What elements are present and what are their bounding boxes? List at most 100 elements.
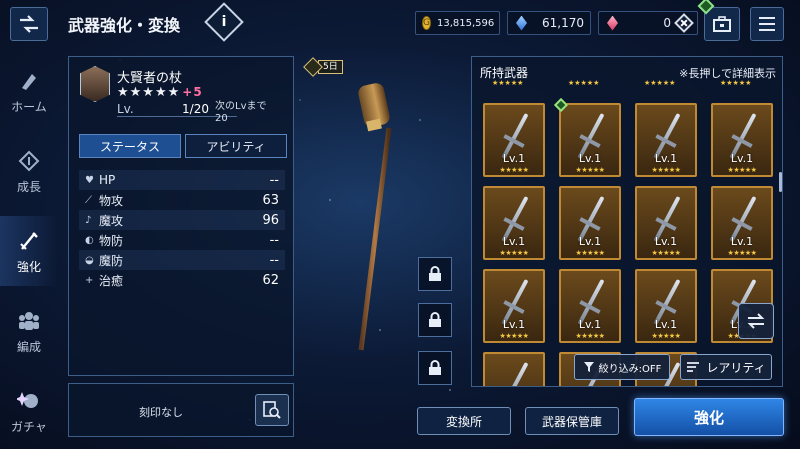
weapon-slot[interactable]: Lv.1★★★★★: [483, 269, 545, 343]
filter-label: 絞り込み:OFF: [598, 363, 662, 375]
weapon-slot[interactable]: Lv.1★★★★★: [635, 186, 697, 260]
limit-badge: 5日: [303, 57, 343, 77]
slot-level: Lv.1: [730, 152, 754, 165]
slot-level: Lv.1: [654, 318, 678, 331]
weapon-slot[interactable]: Lv.1★★★★★: [559, 186, 621, 260]
weapon-slot[interactable]: Lv.1★★★★★: [559, 269, 621, 343]
lock-button[interactable]: [418, 351, 452, 385]
home-icon: [16, 68, 42, 94]
row-stars-partial: ★★★★★: [492, 79, 524, 87]
growth-icon: [16, 148, 42, 174]
back-arrow-icon: [20, 15, 38, 33]
pink-gem-icon: [607, 15, 618, 31]
weapon-slot[interactable]: Lv.1★★★★★: [483, 103, 545, 177]
info-button[interactable]: i: [204, 2, 244, 42]
lock-icon: [429, 266, 441, 281]
engrave-panel: 刻印なし: [68, 383, 294, 437]
engrave-label: 刻印なし: [139, 406, 183, 419]
stat-row-hp: ♥ HP --: [79, 170, 285, 190]
nav-home-label: ホーム: [11, 100, 47, 114]
crystal-amount: 61,170: [542, 16, 584, 30]
menu-icon-line: [759, 17, 775, 19]
filter-button[interactable]: 絞り込み:OFF: [574, 354, 670, 380]
character-portrait: [80, 66, 110, 102]
slot-stars: ★★★★★: [727, 166, 757, 174]
shield-icon: ◐: [85, 234, 94, 246]
stat-label: 物攻: [99, 193, 124, 208]
nav-enhance-label: 強化: [16, 260, 41, 274]
slot-stars: ★★★★★: [499, 249, 529, 257]
stat-row-mag-def: ◒ 魔防 --: [79, 250, 285, 270]
nav-growth-label: 成長: [16, 180, 41, 194]
enhance-icon: [16, 228, 42, 254]
nav-growth[interactable]: 成長: [0, 136, 58, 206]
add-gem-icon[interactable]: [674, 13, 694, 33]
stat-value: --: [269, 252, 279, 268]
stat-row-phys-def: ◐ 物防 --: [79, 230, 285, 250]
weapon-slot[interactable]: Lv.1★★★★★: [635, 103, 697, 177]
slot-level: Lv.1: [654, 152, 678, 165]
weapon-slot[interactable]: Lv.1★★★★★: [711, 186, 773, 260]
enhance-button[interactable]: 強化: [634, 398, 784, 436]
slot-level: Lv.1: [502, 235, 526, 248]
weapon-slot[interactable]: Lv.1★★★★★: [635, 269, 697, 343]
slot-level: Lv.1: [502, 318, 526, 331]
detail-tabs: ステータス アビリティ: [79, 134, 287, 158]
weapon-slot[interactable]: Lv.1★★★★★: [559, 103, 621, 177]
slot-level: Lv.1: [578, 152, 602, 165]
info-icon: i: [221, 14, 227, 30]
sword-icon: ⟋: [85, 194, 92, 206]
stat-value: --: [269, 232, 279, 248]
menu-icon-line: [759, 23, 775, 25]
heal-icon: +: [85, 274, 94, 286]
top-bar: 武器強化・変換 i G 13,815,596 61,170 0: [0, 0, 800, 48]
crystal-currency: 61,170: [507, 11, 591, 35]
exchange-button[interactable]: 変換所: [417, 407, 511, 435]
weapon-slot[interactable]: Lv.1★★★★★: [711, 103, 773, 177]
next-level-label: 次のLvまで: [215, 101, 267, 112]
wand-icon: ♪: [85, 214, 92, 226]
scrollbar[interactable]: [779, 172, 782, 192]
lock-button[interactable]: [418, 303, 452, 337]
tab-status[interactable]: ステータス: [79, 134, 181, 158]
gem-currency[interactable]: 0: [598, 11, 698, 35]
stat-value: --: [269, 172, 279, 188]
weapon-slot[interactable]: Lv.1★★★★★: [483, 186, 545, 260]
owned-weapons-panel: 所持武器 ※長押しで詳細表示 ★★★★★ ★★★★★ ★★★★★ ★★★★★ L…: [471, 56, 783, 387]
level-value: 1/20: [182, 102, 209, 116]
lock-icon: [429, 360, 441, 375]
menu-icon-line: [759, 29, 775, 31]
sort-order-button[interactable]: [738, 303, 774, 339]
nav-enhance[interactable]: 強化: [0, 216, 58, 286]
back-button[interactable]: [10, 7, 48, 41]
engrave-search-button[interactable]: [255, 394, 289, 426]
stat-label: 魔防: [99, 253, 124, 268]
nav-party-label: 編成: [16, 340, 41, 354]
slot-stars: ★★★★★: [651, 166, 681, 174]
filter-icon: [583, 362, 594, 372]
stat-value: 96: [262, 212, 279, 228]
refine-level: +5: [182, 85, 203, 99]
item-box-button[interactable]: [704, 7, 740, 41]
slot-stars: ★★★★★: [575, 249, 605, 257]
swap-arrows-icon: [747, 313, 765, 329]
slot-level: Lv.1: [578, 235, 602, 248]
star-icons: ★★★★★: [117, 85, 181, 100]
weapon-blade: [501, 361, 529, 386]
stat-row-heal: + 治癒 62: [79, 270, 285, 290]
nav-party[interactable]: 編成: [0, 296, 58, 366]
level-label: Lv.: [117, 102, 134, 116]
rarity-sort-button[interactable]: レアリティ: [680, 354, 772, 380]
search-document-icon: [263, 401, 281, 419]
stat-label: 物防: [99, 233, 124, 248]
sort-list-icon: [687, 362, 700, 372]
menu-button[interactable]: [750, 7, 784, 41]
weapon-rarity-stars: ★★★★★ +5: [117, 85, 203, 100]
weapon-slot-partial[interactable]: [483, 352, 545, 386]
weapon-storage-button[interactable]: 武器保管庫: [525, 407, 619, 435]
nav-gacha[interactable]: ガチャ: [0, 376, 58, 446]
nav-home[interactable]: ホーム: [0, 56, 58, 126]
tab-ability[interactable]: アビリティ: [185, 134, 287, 158]
lock-button[interactable]: [418, 257, 452, 291]
stat-value: 62: [262, 272, 279, 288]
